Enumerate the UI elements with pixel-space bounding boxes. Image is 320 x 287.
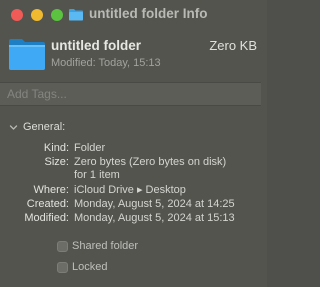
locked-label: Locked [72,261,108,273]
created-value: Monday, August 5, 2024 at 14:25 [74,198,235,210]
info-window: untitled folder Info untitled folder Zer… [0,0,267,287]
locked-checkbox[interactable] [57,262,68,273]
size-item-count: for 1 item [74,169,120,181]
tags-field[interactable] [0,82,261,106]
close-button[interactable] [11,9,23,21]
size-label: Size: [44,156,69,168]
file-header: untitled folder Zero KB Modified: Today,… [0,30,267,82]
title-bar: untitled folder Info [0,0,267,30]
modified-label: Modified: [24,212,69,224]
minimize-button[interactable] [31,9,43,21]
created-label: Created: [26,198,69,210]
shared-folder-label: Shared folder [72,240,139,252]
general-section-toggle[interactable]: General: [0,120,267,136]
zoom-button[interactable] [51,9,63,21]
folder-icon [69,9,83,21]
window-title: untitled folder Info [89,6,208,21]
modified-value: Monday, August 5, 2024 at 15:13 [74,212,235,224]
kind-label: Kind: [43,142,69,154]
where-value: iCloud Drive ▸ Desktop [74,184,186,196]
general-section-label: General: [23,121,66,133]
modified-summary: Modified: Today, 15:13 [51,57,161,69]
kind-value: Folder [74,142,106,154]
where-label: Where: [33,184,69,196]
shared-folder-checkbox[interactable] [57,241,68,252]
file-name: untitled folder [51,38,141,53]
file-size: Zero KB [209,38,257,53]
size-value: Zero bytes (Zero bytes on disk) [74,156,227,168]
folder-icon [9,39,45,70]
tags-input[interactable] [7,86,252,102]
chevron-down-icon [9,125,18,130]
